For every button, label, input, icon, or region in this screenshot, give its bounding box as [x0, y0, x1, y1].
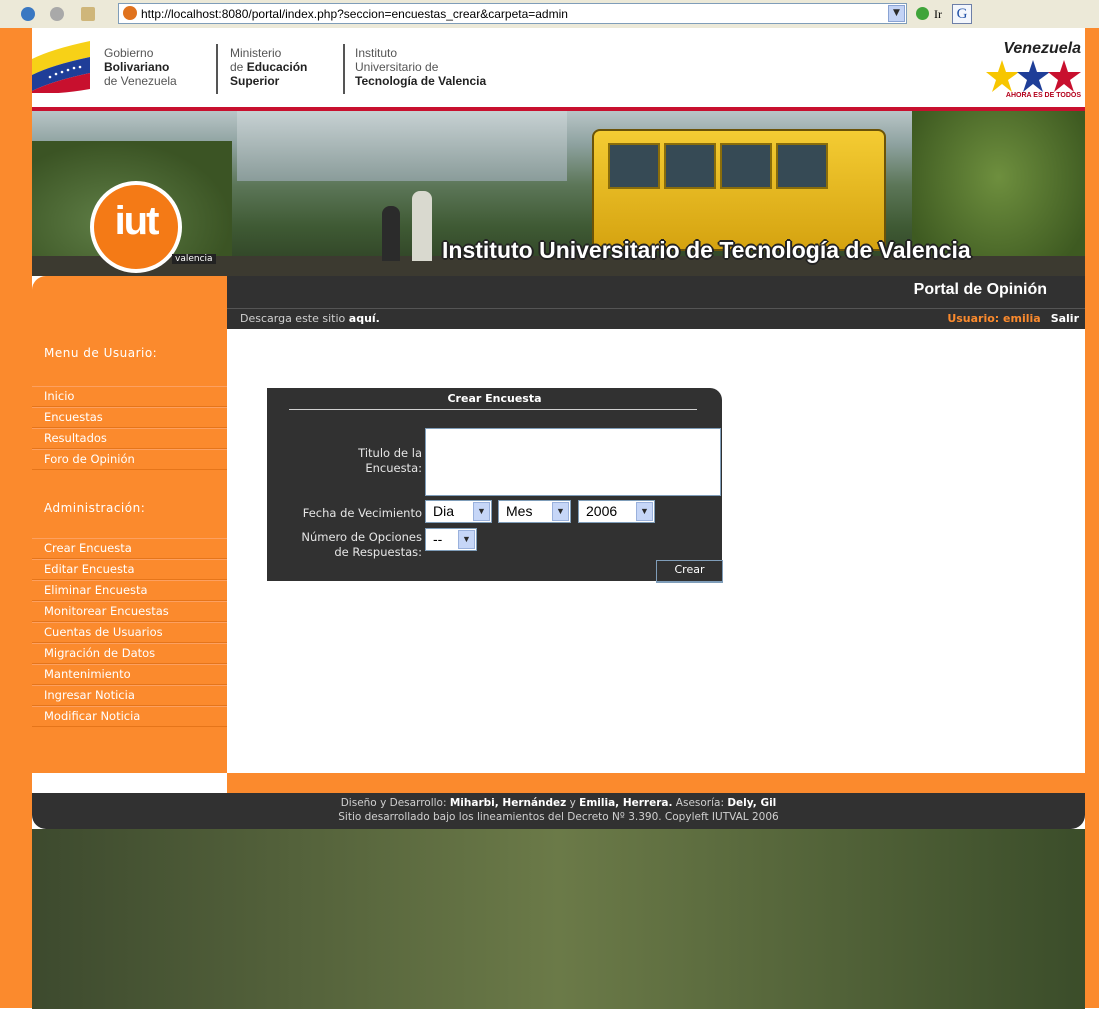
- footer-credits: Diseño y Desarrollo: Miharbi, Hernández …: [32, 793, 1085, 829]
- chevron-down-icon[interactable]: ▼: [636, 502, 653, 521]
- survey-title-label: Titulo de la Encuesta:: [358, 446, 422, 475]
- ministerio-text: Ministerio de Educación Superior: [230, 46, 308, 88]
- page-frame-left: [0, 28, 32, 1008]
- day-select-value: Dia: [433, 503, 455, 519]
- header-divider: [343, 44, 345, 94]
- download-link[interactable]: aquí.: [349, 312, 380, 325]
- answer-options-value: --: [433, 531, 443, 547]
- sidebar-item-ingresar-noticia[interactable]: Ingresar Noticia: [32, 685, 227, 706]
- footer: Diseño y Desarrollo: Miharbi, Hernández …: [32, 773, 1085, 1009]
- chevron-down-icon[interactable]: ▼: [473, 502, 490, 521]
- home-icon[interactable]: [81, 7, 95, 21]
- banner-title: Instituto Universitario de Tecnología de…: [442, 237, 971, 263]
- day-select[interactable]: Dia ▼: [425, 500, 492, 523]
- page-favicon-icon: [123, 6, 137, 20]
- sidebar-item-crear-encuesta[interactable]: Crear Encuesta: [32, 538, 227, 559]
- sidebar-item-encuestas[interactable]: Encuestas: [32, 407, 227, 428]
- portal-title: Portal de Opinión: [913, 281, 1047, 298]
- create-survey-button[interactable]: Crear: [656, 560, 723, 583]
- google-toolbar-icon[interactable]: G: [952, 4, 972, 24]
- url-text[interactable]: http://localhost:8080/portal/index.php?s…: [141, 7, 568, 21]
- form-divider: [289, 409, 697, 410]
- government-header: Gobierno Bolivariano de Venezuela Minist…: [32, 28, 1085, 108]
- venezuela-flag-icon: [32, 41, 90, 93]
- bus-window: [720, 143, 772, 189]
- iut-logo: iut: [90, 181, 182, 273]
- month-select[interactable]: Mes ▼: [498, 500, 571, 523]
- survey-title-input[interactable]: [425, 428, 721, 496]
- chevron-down-icon[interactable]: ▼: [552, 502, 569, 521]
- campus-banner: iut valencia Instituto Universitario de …: [32, 111, 1085, 276]
- user-menu: Inicio Encuestas Resultados Foro de Opin…: [32, 386, 227, 470]
- browser-toolbar: http://localhost:8080/portal/index.php?s…: [0, 0, 1099, 29]
- go-icon[interactable]: [916, 7, 929, 20]
- answer-options-label: Número de Opciones de Respuestas:: [301, 530, 422, 559]
- sidebar-item-migracion-de-datos[interactable]: Migración de Datos: [32, 643, 227, 664]
- sidebar-tab-corner: [32, 276, 227, 308]
- bus-window: [664, 143, 716, 189]
- sidebar-item-mantenimiento[interactable]: Mantenimiento: [32, 664, 227, 685]
- logout-link[interactable]: Salir: [1051, 312, 1079, 325]
- footer-copyleft-line: Sitio desarrollado bajo los lineamientos…: [338, 811, 779, 823]
- admin-menu-heading: Administración:: [44, 501, 146, 515]
- info-bar: Descarga este sitio aquí. Usuario: emili…: [227, 308, 1085, 329]
- iut-logo-subtitle: valencia: [172, 254, 216, 264]
- banner-person: [412, 191, 432, 261]
- footer-photo: [32, 829, 1085, 1009]
- go-button[interactable]: Ir: [934, 7, 942, 22]
- current-user-label: Usuario: emilia: [947, 312, 1041, 325]
- chevron-down-icon[interactable]: ▼: [458, 530, 475, 549]
- sidebar-item-monitorear-encuestas[interactable]: Monitorear Encuestas: [32, 601, 227, 622]
- instituto-text: Instituto Universitario de Tecnología de…: [355, 46, 487, 88]
- gobierno-text: Gobierno Bolivariano de Venezuela: [104, 46, 177, 88]
- footer-credits-line: Diseño y Desarrollo: Miharbi, Hernández …: [340, 797, 777, 809]
- year-select-value: 2006: [586, 503, 618, 519]
- refresh-icon[interactable]: [21, 7, 35, 21]
- expiry-date-label: Fecha de Vecimiento: [302, 506, 422, 520]
- form-title: Crear Encuesta: [447, 392, 542, 405]
- user-area: Usuario: emilia Salir: [947, 312, 1079, 325]
- create-survey-form: Crear Encuesta Titulo de la Encuesta: Fe…: [267, 388, 723, 583]
- sidebar-item-editar-encuesta[interactable]: Editar Encuesta: [32, 559, 227, 580]
- venezuela-slogan: AHORA ES DE TODOS: [1005, 92, 1081, 99]
- month-select-value: Mes: [506, 503, 533, 519]
- admin-menu: Crear Encuesta Editar Encuesta Eliminar …: [32, 538, 227, 727]
- sidebar-item-resultados[interactable]: Resultados: [32, 428, 227, 449]
- footer-orange-strip: [227, 773, 1085, 793]
- sidebar-item-foro-de-opinion[interactable]: Foro de Opinión: [32, 449, 227, 470]
- address-bar[interactable]: http://localhost:8080/portal/index.php?s…: [118, 3, 907, 24]
- address-dropdown-icon[interactable]: ▼: [888, 5, 905, 22]
- venezuela-logo-title: Venezuela: [1003, 40, 1081, 57]
- stop-icon[interactable]: [50, 7, 64, 21]
- sidebar: Menu de Usuario: Inicio Encuestas Result…: [32, 308, 227, 773]
- banner-bus: [592, 129, 886, 251]
- download-text: Descarga este sitio aquí.: [240, 312, 380, 325]
- sidebar-item-eliminar-encuesta[interactable]: Eliminar Encuesta: [32, 580, 227, 601]
- answer-options-select[interactable]: -- ▼: [425, 528, 477, 551]
- banner-person: [382, 206, 400, 261]
- banner-building: [237, 111, 567, 181]
- portal-title-bar: Portal de Opinión: [227, 276, 1085, 308]
- sidebar-item-inicio[interactable]: Inicio: [32, 386, 227, 407]
- sidebar-item-modificar-noticia[interactable]: Modificar Noticia: [32, 706, 227, 727]
- user-menu-heading: Menu de Usuario:: [44, 346, 158, 360]
- sidebar-item-cuentas-de-usuarios[interactable]: Cuentas de Usuarios: [32, 622, 227, 643]
- year-select[interactable]: 2006 ▼: [578, 500, 655, 523]
- bus-window: [776, 143, 828, 189]
- header-divider: [216, 44, 218, 94]
- bus-window: [608, 143, 660, 189]
- page-frame-right: [1085, 28, 1099, 1008]
